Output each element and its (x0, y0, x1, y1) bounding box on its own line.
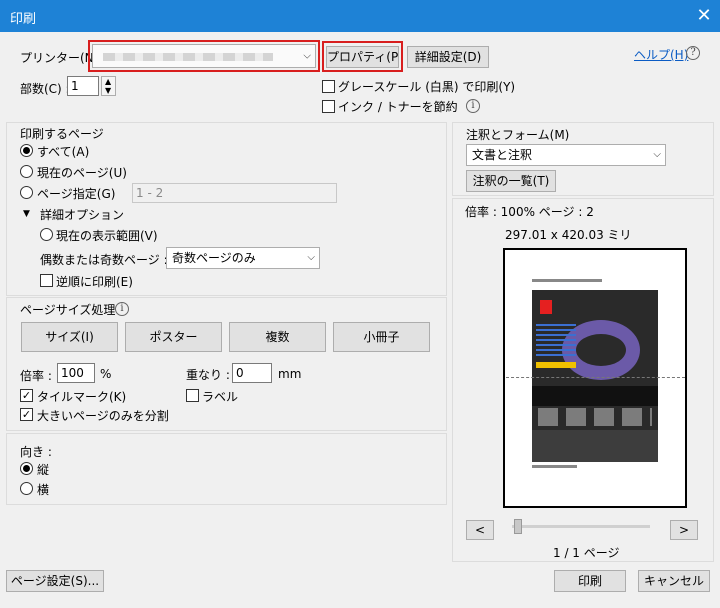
preview-document-image (532, 290, 658, 462)
overlap-label: 重なり : (186, 368, 230, 382)
pages-heading: 印刷するページ (20, 127, 104, 141)
title-bar: 印刷 ✕ (0, 0, 720, 32)
preview-dimensions: 297.01 x 420.03 ミリ (505, 228, 632, 242)
expand-triangle-icon[interactable]: ▼ (23, 209, 30, 219)
large-pages-label: 大きいページのみを分割 (37, 409, 169, 423)
tile-marks-checkbox[interactable]: ✓ (20, 389, 33, 402)
multiple-button-label: 複数 (265, 330, 290, 344)
chevron-down-icon: ⌵ (307, 252, 315, 263)
page-slider-track[interactable] (512, 525, 650, 528)
chevron-down-icon: ⌵ (653, 149, 661, 160)
promo-highlight (536, 362, 576, 368)
info-icon[interactable]: i (466, 99, 480, 113)
cancel-label: キャンセル (643, 574, 704, 588)
radio-portrait-label: 縦 (37, 463, 50, 477)
help-link[interactable]: ヘルプ(H) (634, 46, 688, 63)
more-options-label[interactable]: 詳細オプション (40, 206, 124, 223)
radio-landscape-label: 横 (37, 483, 50, 497)
advanced-button-label: 詳細設定(D) (414, 50, 482, 64)
page-setup-button[interactable]: ページ設定(S)... (6, 570, 104, 592)
save-ink-checkbox[interactable] (322, 100, 335, 113)
summarize-comments-button[interactable]: 注釈の一覧(T) (466, 170, 556, 192)
overlap-unit: mm (278, 367, 302, 381)
radio-current-view[interactable] (40, 228, 53, 241)
size-button-label: サイズ(I) (45, 330, 94, 344)
orientation-heading: 向き : (20, 445, 52, 459)
next-page-button[interactable]: > (670, 520, 698, 540)
scale-label: 倍率 : (20, 369, 52, 383)
labels-checkbox[interactable] (186, 389, 199, 402)
radio-pages-label: ページ指定(G) (37, 187, 116, 201)
comments-select[interactable]: 文書と注釈 ⌵ (466, 144, 666, 166)
labels-label: ラベル (202, 390, 239, 404)
page-setup-label: ページ設定(S)... (10, 574, 100, 588)
copies-input[interactable]: 1 (67, 76, 99, 96)
radio-landscape[interactable] (20, 482, 33, 495)
preview-scale-text: 倍率 : 100% ページ : 2 (465, 205, 594, 219)
tile-divider-line (506, 377, 685, 378)
comments-value: 文書と注釈 (472, 148, 533, 162)
radio-current-page[interactable] (20, 165, 33, 178)
page-range-input[interactable]: 1 - 2 (132, 183, 337, 203)
orientation-group (6, 433, 447, 505)
tile-marks-label: タイルマーク(K) (37, 390, 127, 404)
preview-footer-line (532, 465, 577, 468)
odd-even-select[interactable]: 奇数ページのみ ⌵ (166, 247, 320, 269)
grayscale-label: グレースケール (白黒) で印刷(Y) (338, 80, 516, 94)
reverse-label: 逆順に印刷(E) (56, 275, 133, 289)
copies-stepper[interactable]: ▲ ▼ (101, 76, 116, 96)
promo-text-block (536, 322, 576, 356)
booklet-button-label: 小冊子 (363, 330, 400, 344)
cancel-button[interactable]: キャンセル (638, 570, 710, 592)
page-counter: 1 / 1 ページ (553, 546, 620, 560)
info-icon[interactable]: i (115, 302, 129, 316)
multiple-button[interactable]: 複数 (229, 322, 326, 352)
radio-pages[interactable] (20, 186, 33, 199)
grayscale-checkbox[interactable] (322, 80, 335, 93)
summarize-comments-label: 注釈の一覧(T) (472, 174, 550, 188)
copies-label: 部数(C) : (20, 82, 70, 96)
large-pages-checkbox[interactable]: ✓ (20, 408, 33, 421)
odd-even-value: 奇数ページのみ (172, 251, 256, 265)
save-ink-label: インク / トナーを節約 (338, 100, 458, 114)
booklet-button[interactable]: 小冊子 (333, 322, 430, 352)
odd-even-label: 偶数または奇数ページ : (40, 253, 168, 267)
page-sizing-heading: ページサイズ処理 (20, 303, 116, 317)
poster-button-label: ポスター (149, 330, 198, 344)
close-icon[interactable]: ✕ (692, 4, 716, 28)
radio-portrait[interactable] (20, 462, 33, 475)
next-page-label: > (678, 523, 690, 537)
radio-all-label: すべて(A) (37, 145, 90, 159)
prev-page-button[interactable]: < (466, 520, 494, 540)
preview-text-line (532, 279, 602, 282)
window-title: 印刷 (10, 12, 37, 27)
scale-input[interactable]: 100 (57, 363, 95, 383)
highlight-properties (322, 41, 403, 72)
prev-page-label: < (474, 523, 486, 537)
radio-current-view-label: 現在の表示範囲(V) (56, 229, 158, 243)
promo-footer-text (538, 408, 652, 426)
print-label: 印刷 (577, 574, 602, 588)
size-button[interactable]: サイズ(I) (21, 322, 118, 352)
reverse-checkbox[interactable] (40, 274, 53, 287)
stepper-down-icon[interactable]: ▼ (105, 86, 111, 95)
print-button[interactable]: 印刷 (554, 570, 626, 592)
radio-all[interactable] (20, 144, 33, 157)
overlap-input[interactable]: 0 (232, 363, 272, 383)
stepper-up-icon[interactable]: ▲ (105, 77, 111, 86)
comments-heading: 注釈とフォーム(M) (466, 128, 570, 142)
help-icon[interactable]: ? (686, 46, 700, 60)
scale-unit: % (100, 367, 112, 381)
radio-current-page-label: 現在のページ(U) (37, 166, 127, 180)
promo-band (532, 386, 658, 406)
advanced-button[interactable]: 詳細設定(D) (407, 46, 489, 68)
adobe-logo-icon (540, 300, 552, 314)
poster-button[interactable]: ポスター (125, 322, 222, 352)
promo-bottom-panel (532, 430, 658, 462)
highlight-printer (88, 40, 320, 72)
page-slider-thumb[interactable] (514, 519, 522, 534)
